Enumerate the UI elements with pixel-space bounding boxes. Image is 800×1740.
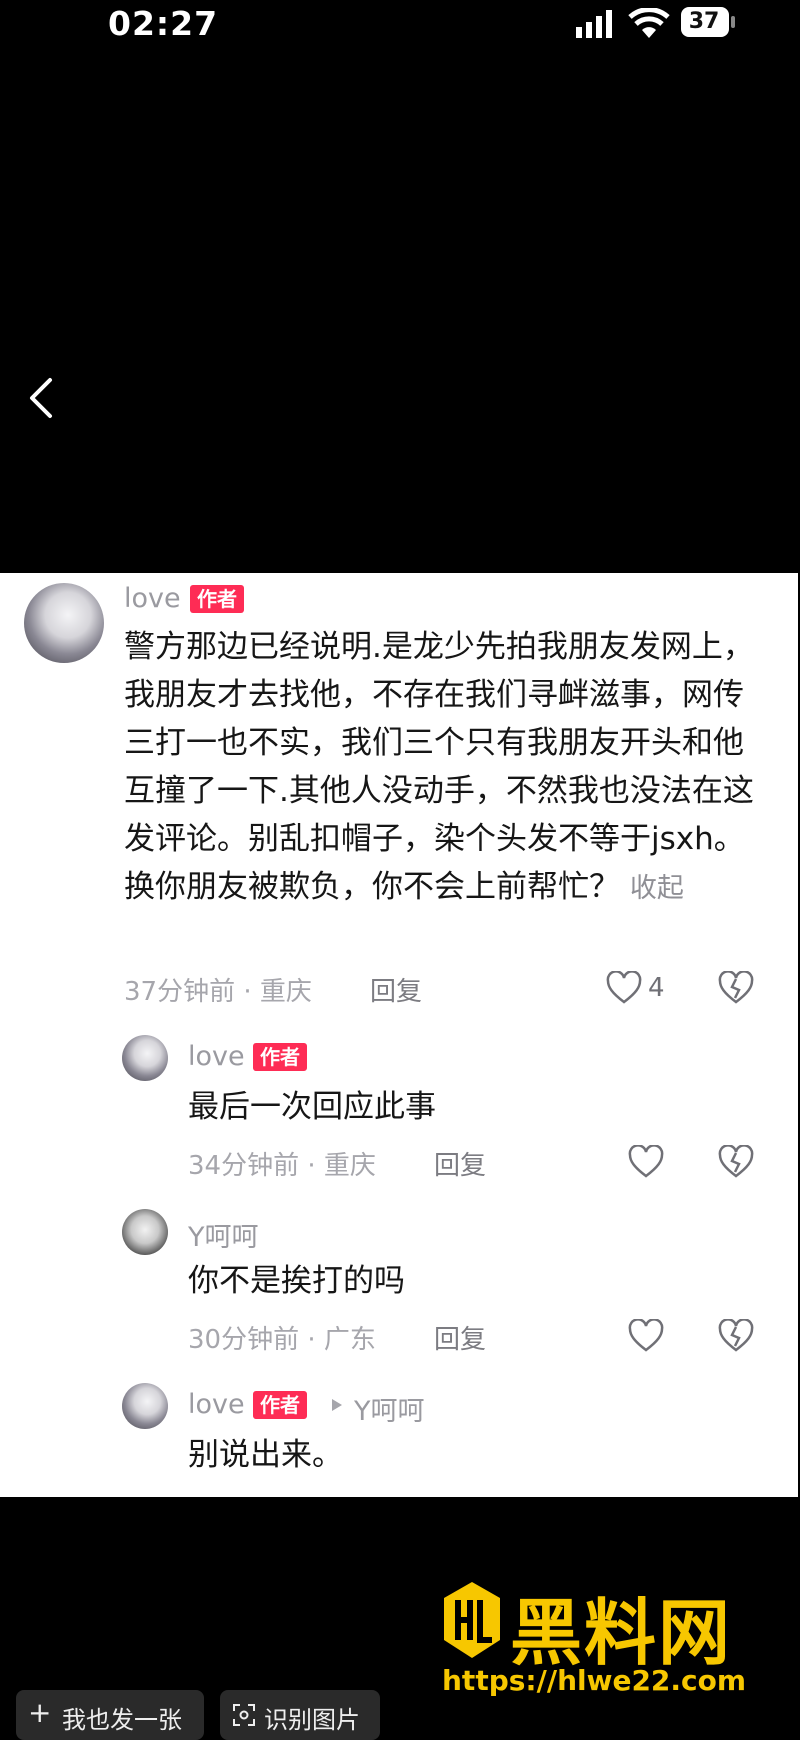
dislike-icon[interactable] <box>718 971 754 1005</box>
reply-button[interactable]: 回复 <box>434 1145 486 1182</box>
comment-time: 37分钟前 <box>124 977 236 1007</box>
scan-icon <box>233 1704 255 1726</box>
author-badge: 作者 <box>190 585 244 613</box>
watermark: 黑料网 https://hlwe22.com <box>440 1580 770 1700</box>
recognize-image-button[interactable]: 识别图片 <box>220 1690 380 1740</box>
meta-separator: · <box>307 1151 324 1181</box>
plus-icon: + <box>28 1696 52 1729</box>
reply-to-username[interactable]: Y呵呵 <box>354 1389 425 1428</box>
comment-text: 警方那边已经说明.是龙少先拍我朋友发网上，我朋友才去找他，不存在我们寻衅滋事，网… <box>124 623 764 913</box>
meta-separator: · <box>243 977 260 1007</box>
comment-text: 别说出来。 <box>188 1437 343 1473</box>
author-badge: 作者 <box>253 1391 307 1419</box>
reply-arrow-icon <box>332 1399 342 1411</box>
author-badge: 作者 <box>253 1043 307 1071</box>
comment-username[interactable]: love <box>188 1389 245 1420</box>
dislike-icon[interactable] <box>718 1319 754 1353</box>
status-time: 02:27 <box>108 4 219 43</box>
comment-location: 重庆 <box>323 1151 376 1181</box>
avatar[interactable] <box>122 1035 168 1081</box>
comment-location: 重庆 <box>259 977 312 1007</box>
avatar[interactable] <box>122 1383 168 1429</box>
comment-username[interactable]: love <box>124 583 181 614</box>
post-button[interactable]: + 我也发一张 <box>16 1690 204 1740</box>
reply-button[interactable]: 回复 <box>434 1319 486 1356</box>
comment-username[interactable]: love <box>188 1041 245 1072</box>
comment-time: 30分钟前 <box>188 1325 300 1355</box>
comment-time: 34分钟前 <box>188 1151 300 1181</box>
dislike-icon[interactable] <box>718 1145 754 1179</box>
comment-text: 你不是挨打的吗 <box>188 1263 405 1299</box>
like-icon[interactable] <box>606 971 642 1005</box>
comment-text: 最后一次回应此事 <box>188 1089 436 1125</box>
recognize-button-label: 识别图片 <box>264 1706 360 1734</box>
reply-button[interactable]: 回复 <box>370 971 422 1008</box>
battery-icon: 37 <box>680 6 736 38</box>
comment-panel: love 作者 警方那边已经说明.是龙少先拍我朋友发网上，我朋友才去找他，不存在… <box>0 573 798 1497</box>
signal-icon <box>576 10 612 38</box>
comment-meta: 37分钟前 · 重庆 <box>124 971 312 1008</box>
like-icon[interactable] <box>628 1145 664 1179</box>
wifi-icon <box>628 8 670 38</box>
watermark-url: https://hlwe22.com <box>442 1664 747 1697</box>
comment-location: 广东 <box>323 1325 376 1355</box>
watermark-logo-icon <box>444 1582 500 1658</box>
meta-separator: · <box>307 1325 324 1355</box>
avatar[interactable] <box>122 1209 168 1255</box>
like-count: 4 <box>648 973 665 1003</box>
comment-username[interactable]: Y呵呵 <box>188 1215 259 1254</box>
collapse-link[interactable]: 收起 <box>630 873 684 904</box>
comment-body: 警方那边已经说明.是龙少先拍我朋友发网上，我朋友才去找他，不存在我们寻衅滋事，网… <box>124 629 754 905</box>
comment-meta: 34分钟前 · 重庆 <box>188 1145 376 1182</box>
back-button[interactable] <box>22 376 62 420</box>
like-icon[interactable] <box>628 1319 664 1353</box>
battery-level: 37 <box>688 9 720 34</box>
avatar[interactable] <box>24 583 104 663</box>
comment-meta: 30分钟前 · 广东 <box>188 1319 376 1356</box>
post-button-label: 我也发一张 <box>62 1706 182 1734</box>
